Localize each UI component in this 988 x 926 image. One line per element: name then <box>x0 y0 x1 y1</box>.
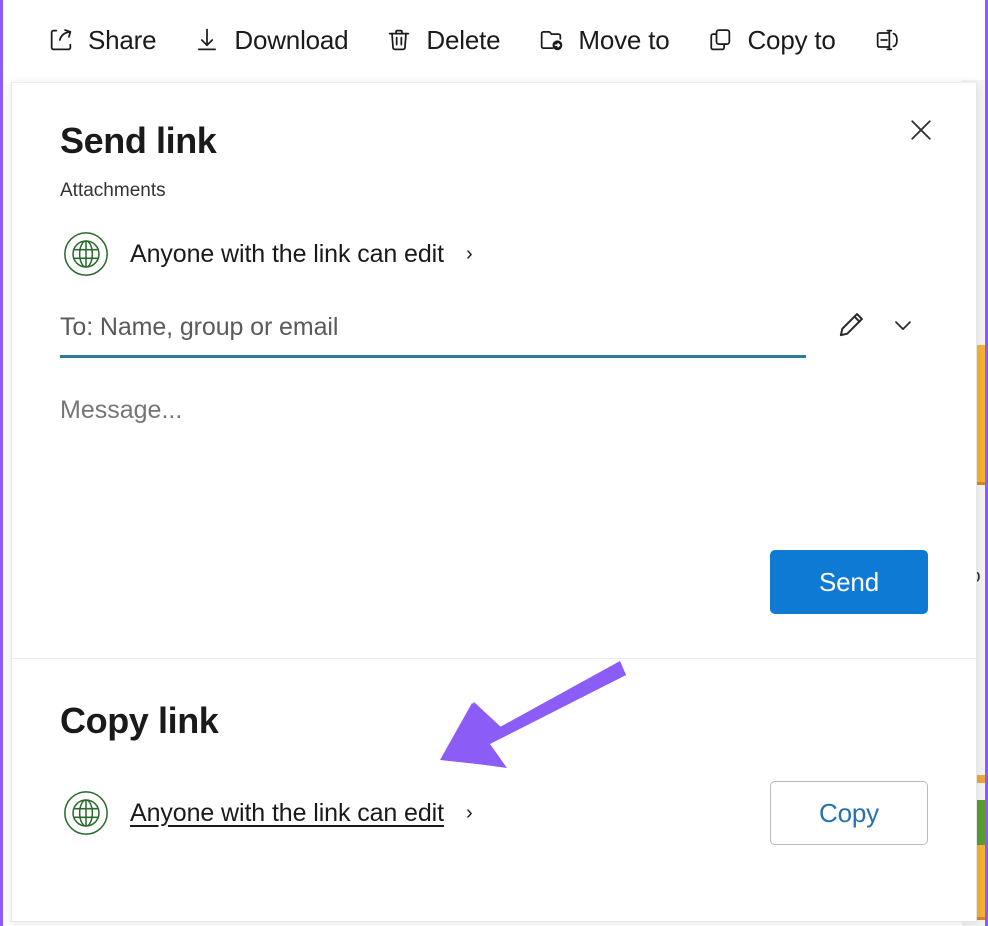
share-dialog: Send link Attachments Anyone with the li… <box>11 82 977 922</box>
command-download[interactable]: Download <box>174 12 366 68</box>
copy-permission-label: Anyone with the link can edit <box>130 798 444 827</box>
command-copy-to-label: Copy to <box>747 24 836 55</box>
command-delete-label: Delete <box>426 24 501 55</box>
chevron-right-icon: › <box>465 243 473 265</box>
command-bar: Share Download Delete Move to Copy to <box>0 0 988 80</box>
copy-link-row: Anyone with the link can edit › Copy <box>60 781 928 845</box>
trash-icon <box>384 25 414 55</box>
send-permission-row[interactable]: Anyone with the link can edit › <box>60 228 473 280</box>
folder-arrow-icon <box>536 25 566 55</box>
copy-link-title: Copy link <box>60 700 219 741</box>
recipients-row: To: Name, group or email <box>60 304 928 358</box>
command-copy-to[interactable]: Copy to <box>687 12 853 68</box>
copy-button[interactable]: Copy <box>770 781 928 845</box>
globe-icon <box>60 787 112 839</box>
copy-link-section: Copy link Anyone with the link can edit <box>12 659 976 921</box>
close-icon[interactable] <box>898 107 944 153</box>
message-input[interactable]: Message... <box>60 396 928 496</box>
rename-icon <box>872 25 902 55</box>
chevron-down-icon[interactable] <box>882 304 924 346</box>
command-share[interactable]: Share <box>28 12 174 68</box>
copy-permission-row[interactable]: Anyone with the link can edit › <box>60 787 473 839</box>
attachments-label: Attachments <box>60 180 166 201</box>
command-move-to-label: Move to <box>578 24 670 55</box>
share-icon <box>46 25 76 55</box>
command-rename[interactable] <box>854 12 932 68</box>
send-link-section: Send link Attachments Anyone with the li… <box>12 83 976 658</box>
message-placeholder: Message... <box>60 396 183 424</box>
recipients-actions <box>830 304 924 358</box>
send-permission-label: Anyone with the link can edit <box>130 239 444 268</box>
recipients-input[interactable]: To: Name, group or email <box>60 313 806 358</box>
screenshot-root: o Share Download <box>0 0 988 926</box>
copy-icon <box>705 25 735 55</box>
chevron-right-icon: › <box>465 802 473 824</box>
send-button[interactable]: Send <box>770 550 928 614</box>
pencil-icon[interactable] <box>830 304 872 346</box>
command-delete[interactable]: Delete <box>366 12 518 68</box>
recipients-placeholder: To: Name, group or email <box>60 313 339 341</box>
command-move-to[interactable]: Move to <box>518 12 687 68</box>
command-share-label: Share <box>88 24 157 55</box>
command-download-label: Download <box>234 24 349 55</box>
download-icon <box>192 25 222 55</box>
page-title: Send link <box>60 120 217 161</box>
send-button-row: Send <box>770 550 928 614</box>
globe-icon <box>60 228 112 280</box>
